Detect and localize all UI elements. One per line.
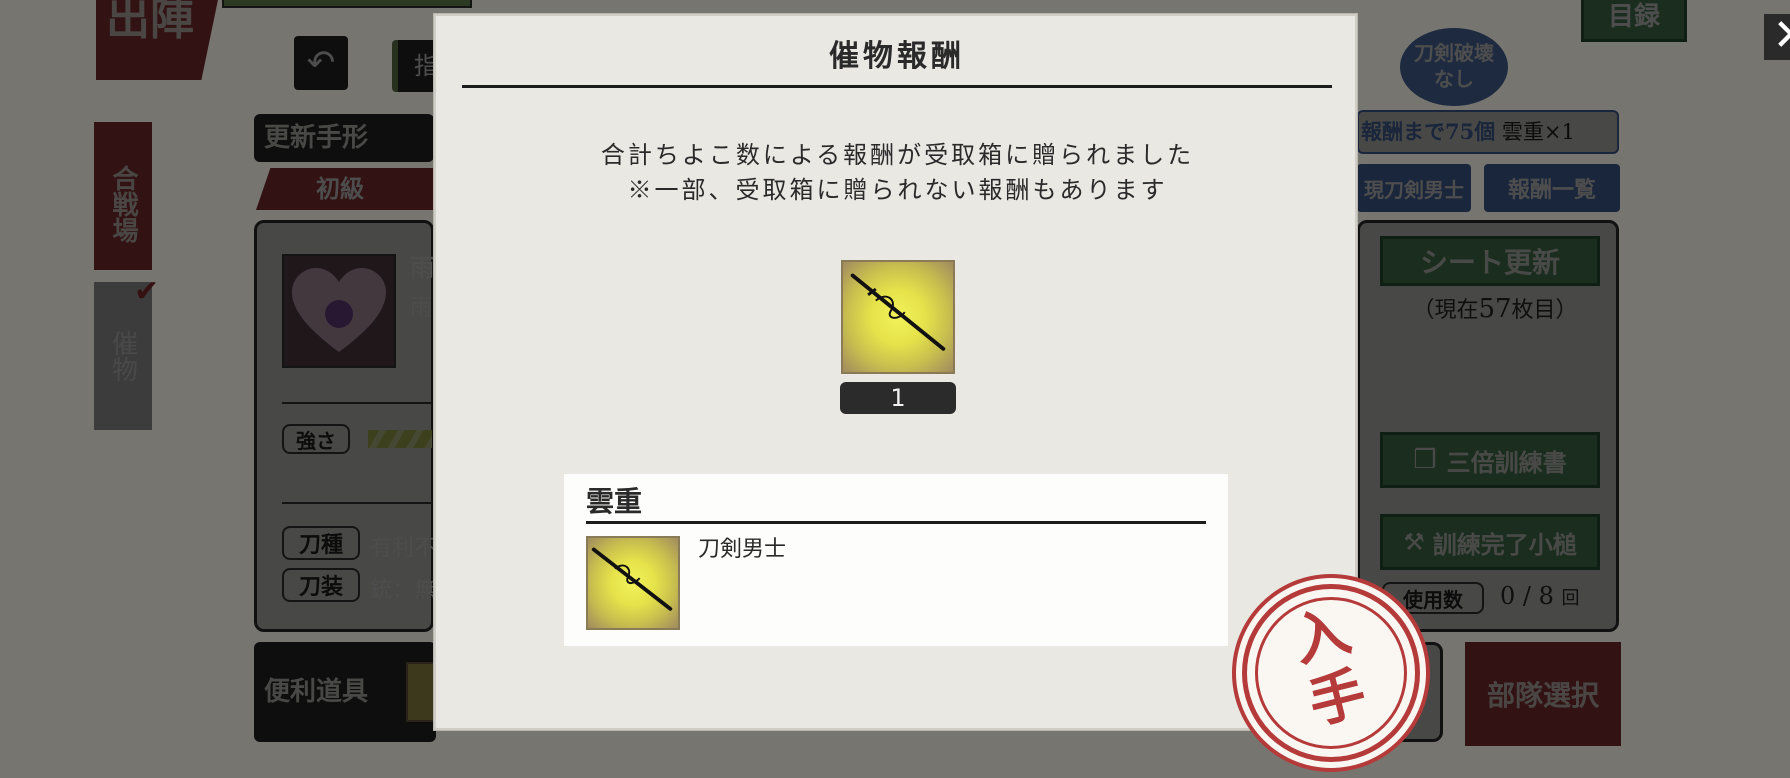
- dialog-title: 催物報酬: [462, 28, 1332, 88]
- reward-item-type: 刀剣男士: [698, 537, 787, 562]
- sword-icon: [843, 262, 953, 372]
- reward-item-icon: [841, 260, 955, 374]
- obtained-stamp: 入手: [1242, 584, 1420, 762]
- dialog-message: 合計ちよこ数による報酬が受取箱に贈られました ※一部、受取箱に贈られない報酬もあ…: [436, 138, 1359, 208]
- sword-thumb-icon: [588, 538, 678, 628]
- event-reward-dialog: 催物報酬 合計ちよこ数による報酬が受取箱に贈られました ※一部、受取箱に贈られな…: [434, 14, 1790, 730]
- close-button[interactable]: ✕: [1764, 14, 1790, 60]
- dialog-message-line1: 合計ちよこ数による報酬が受取箱に贈られました: [600, 141, 1195, 169]
- dialog-message-line2: ※一部、受取箱に贈られない報酬もあります: [627, 176, 1168, 204]
- reward-thumb: [586, 536, 680, 630]
- reward-item-name: 雲重: [586, 480, 1206, 524]
- reward-count-badge: 1: [840, 382, 956, 414]
- close-icon: ✕: [1773, 10, 1790, 61]
- reward-detail-card: 雲重 刀剣男士: [564, 474, 1228, 646]
